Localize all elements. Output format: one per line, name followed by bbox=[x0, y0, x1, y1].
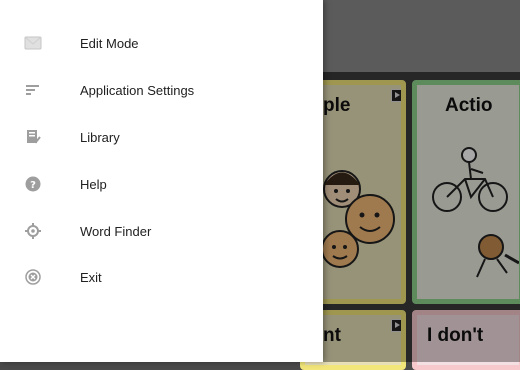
menu-item-word-finder[interactable]: Word Finder bbox=[0, 208, 323, 254]
menu-item-label: Word Finder bbox=[80, 223, 152, 239]
exit-icon bbox=[24, 268, 42, 286]
library-icon bbox=[24, 128, 42, 146]
menu-item-help[interactable]: ? Help bbox=[0, 161, 323, 207]
menu-item-edit-mode[interactable]: Edit Mode bbox=[0, 20, 323, 66]
word-finder-icon bbox=[24, 222, 42, 240]
menu-item-label: Library bbox=[80, 129, 120, 145]
menu-item-label: Edit Mode bbox=[80, 35, 139, 51]
help-icon: ? bbox=[24, 175, 42, 193]
menu-item-label: Help bbox=[80, 176, 107, 192]
menu-item-label: Application Settings bbox=[80, 82, 195, 98]
settings-icon bbox=[24, 81, 42, 99]
svg-text:?: ? bbox=[30, 180, 36, 191]
menu-item-library[interactable]: Library bbox=[0, 114, 323, 160]
navigation-drawer: Edit Mode Application Settings Library ?… bbox=[0, 0, 323, 362]
menu-item-application-settings[interactable]: Application Settings bbox=[0, 67, 323, 113]
menu-item-exit[interactable]: Exit bbox=[0, 254, 323, 300]
edit-mode-icon bbox=[24, 34, 42, 52]
menu-item-label: Exit bbox=[80, 269, 102, 285]
